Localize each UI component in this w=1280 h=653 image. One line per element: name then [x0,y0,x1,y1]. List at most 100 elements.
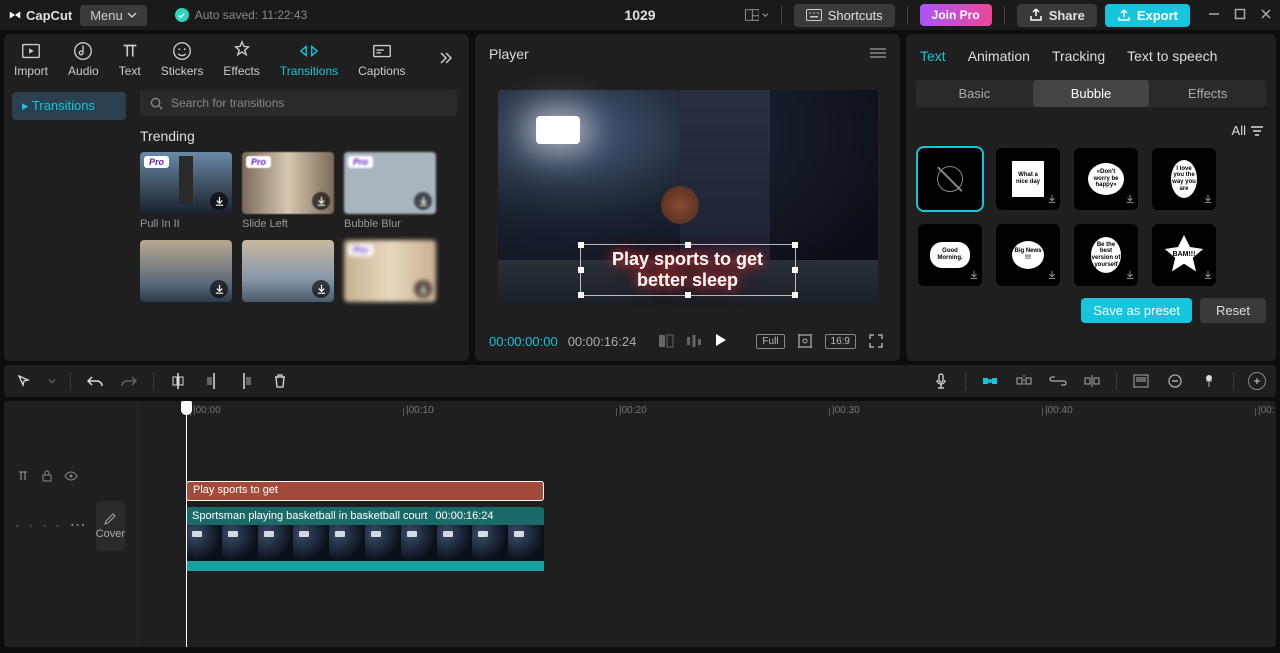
subtab-bubble[interactable]: Bubble [1033,80,1150,107]
bubble-preset[interactable]: What a nice day [996,148,1060,210]
auto-snap-button[interactable] [1014,371,1034,391]
export-button[interactable]: Export [1105,4,1190,27]
maximize-button[interactable] [1234,8,1246,23]
tab-text[interactable]: Text [119,40,141,78]
tab-transitions[interactable]: Transitions [280,40,338,78]
mute-icon[interactable] [56,519,59,533]
linkage-button[interactable] [1048,371,1068,391]
eye-icon[interactable] [64,469,78,483]
bubble-preset[interactable]: Good Morning. [918,224,982,286]
text-clip[interactable]: Play sports to get [186,481,544,501]
more-tabs-button[interactable] [431,44,459,75]
chevron-down-icon[interactable] [48,377,56,385]
properties-panel: Text Animation Tracking Text to speech B… [906,34,1276,361]
download-icon[interactable] [414,280,432,298]
crop-icon[interactable] [795,331,815,351]
lock-icon[interactable] [29,519,32,533]
fullscreen-icon[interactable] [866,331,886,351]
shortcuts-button[interactable]: Shortcuts [794,4,895,27]
player-menu-icon[interactable] [870,47,886,62]
bubble-none[interactable] [918,148,982,210]
download-icon[interactable] [969,268,979,283]
text-overlay[interactable]: Play sports to get better sleep [580,244,796,295]
delete-left-button[interactable] [202,371,222,391]
search-input[interactable]: Search for transitions [140,90,457,116]
more-track-options[interactable]: ⋯ [70,521,86,531]
lock-icon[interactable] [40,469,54,483]
tab-audio[interactable]: Audio [68,40,99,78]
bubble-preset[interactable]: Big News !!! [996,224,1060,286]
tab-animation[interactable]: Animation [968,48,1030,64]
layout-button[interactable] [745,3,769,27]
tab-captions[interactable]: Captions [358,40,405,78]
sidebar-item-transitions[interactable]: ▸ Transitions [12,92,126,120]
filter-all-button[interactable]: All [1232,123,1264,138]
preview-axis-button[interactable] [1082,371,1102,391]
download-icon[interactable] [210,192,228,210]
transition-thumb[interactable] [242,240,334,302]
delete-right-button[interactable] [236,371,256,391]
video-clip[interactable]: Sportsman playing basketball in basketba… [186,507,544,575]
download-icon[interactable] [312,192,330,210]
transition-thumb[interactable]: Pro [344,240,436,302]
full-button[interactable]: Full [756,334,784,349]
subtab-basic[interactable]: Basic [916,80,1033,107]
video-preview[interactable]: Play sports to get better sleep [498,90,878,304]
project-title[interactable]: 1029 [624,7,655,23]
main-track-magnet-button[interactable] [980,371,1000,391]
tab-import[interactable]: Import [14,40,48,78]
play-button[interactable] [712,332,728,351]
download-icon[interactable] [312,280,330,298]
menu-button[interactable]: Menu [80,5,147,26]
bubble-preset[interactable]: BAM!!! [1152,224,1216,286]
download-icon[interactable] [1047,192,1057,207]
download-icon[interactable] [414,192,432,210]
undo-button[interactable] [85,371,105,391]
tab-tracking[interactable]: Tracking [1052,48,1105,64]
download-icon[interactable] [1125,192,1135,207]
cover-button[interactable]: Cover [96,501,125,551]
download-icon[interactable] [1047,268,1057,283]
tab-tts[interactable]: Text to speech [1127,48,1217,64]
transition-thumb[interactable]: Pro Bubble Blur [344,152,436,230]
bubble-preset[interactable]: Be the best version of yourself [1074,224,1138,286]
tab-text[interactable]: Text [920,48,946,64]
join-pro-button[interactable]: Join Pro [920,4,992,26]
selection-tool[interactable] [14,371,34,391]
save-preset-button[interactable]: Save as preset [1081,298,1192,323]
split-button[interactable] [168,371,188,391]
transition-thumb[interactable] [140,240,232,302]
reset-button[interactable]: Reset [1200,298,1266,323]
minimize-button[interactable] [1208,8,1220,23]
playhead[interactable] [186,401,187,647]
tab-effects[interactable]: Effects [223,40,259,78]
download-icon[interactable] [210,280,228,298]
transition-thumb[interactable]: Pro Slide Left [242,152,334,230]
compare-icon[interactable] [656,331,676,351]
text-track-head [4,461,137,491]
clip-preview-button[interactable] [1131,371,1151,391]
tab-stickers[interactable]: Stickers [161,40,204,78]
video-track-icon [16,519,19,533]
delete-button[interactable] [270,371,290,391]
bubble-preset[interactable]: «Don't worry be happy» [1074,148,1138,210]
download-icon[interactable] [1203,268,1213,283]
zoom-slider[interactable] [1199,371,1219,391]
download-icon[interactable] [1125,268,1135,283]
ratio-button[interactable]: 16:9 [825,334,856,349]
record-audio-button[interactable] [931,371,951,391]
share-button[interactable]: Share [1017,4,1097,27]
quality-icon[interactable] [684,331,704,351]
eye-icon[interactable] [43,519,46,533]
thumb-label: Pull In II [140,218,232,230]
transition-thumb[interactable]: Pro Pull In II [140,152,232,230]
redo-button[interactable] [119,371,139,391]
subtab-effects[interactable]: Effects [1149,80,1266,107]
zoom-out-button[interactable] [1165,371,1185,391]
timeline-ruler[interactable]: |00:00 |00:10 |00:20 |00:30 |00:40 |00: [138,405,1276,425]
bubble-preset[interactable]: I love you the way you are [1152,148,1216,210]
close-button[interactable] [1260,8,1272,23]
download-icon[interactable] [1203,192,1213,207]
clip-duration: 00:00:16:24 [435,510,493,522]
zoom-in-button[interactable]: + [1248,372,1266,390]
